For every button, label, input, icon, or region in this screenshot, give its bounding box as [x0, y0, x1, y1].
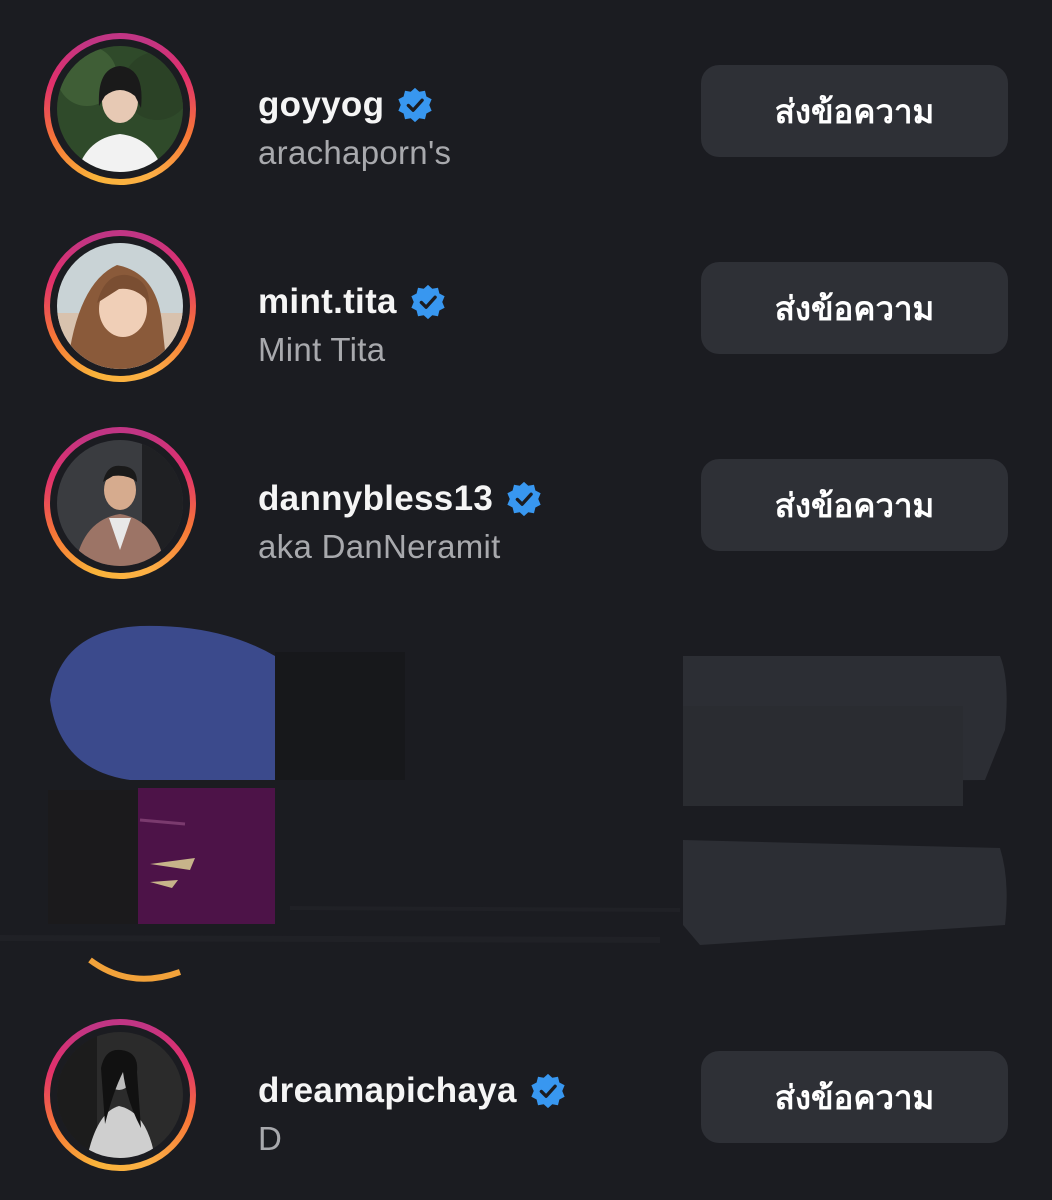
message-button[interactable]: ส่งข้อความ — [701, 65, 1008, 157]
avatar — [57, 440, 183, 566]
message-button[interactable]: ส่งข้อความ — [701, 1051, 1008, 1143]
username[interactable]: dreamapichaya — [258, 1071, 517, 1111]
username[interactable]: goyyog — [258, 85, 384, 125]
avatar — [57, 46, 183, 172]
full-name: aka DanNeramit — [258, 528, 501, 565]
full-name: arachaporn's — [258, 134, 452, 171]
message-button[interactable]: ส่งข้อความ — [701, 459, 1008, 551]
account-row[interactable]: goyyog arachaporn's ส่งข้อความ — [0, 24, 1052, 204]
verified-badge-icon — [398, 87, 432, 123]
account-row[interactable]: dreamapichaya D ส่งข้อความ — [0, 1010, 1052, 1190]
story-ring[interactable] — [44, 230, 196, 382]
verified-badge-icon — [531, 1073, 565, 1109]
avatar — [57, 1032, 183, 1158]
username[interactable]: dannybless13 — [258, 479, 493, 519]
account-row[interactable]: dannybless13 aka DanNeramit ส่งข้อความ — [0, 418, 1052, 598]
full-name: Mint Tita — [258, 331, 386, 368]
message-button[interactable]: ส่งข้อความ — [701, 262, 1008, 354]
story-ring[interactable] — [44, 1019, 196, 1171]
account-row[interactable]: mint.tita Mint Tita ส่งข้อความ — [0, 221, 1052, 401]
story-ring[interactable] — [44, 427, 196, 579]
verified-badge-icon — [411, 284, 445, 320]
full-name: D — [258, 1120, 283, 1157]
avatar — [57, 243, 183, 369]
verified-badge-icon — [507, 481, 541, 517]
username[interactable]: mint.tita — [258, 282, 397, 322]
story-ring[interactable] — [44, 33, 196, 185]
